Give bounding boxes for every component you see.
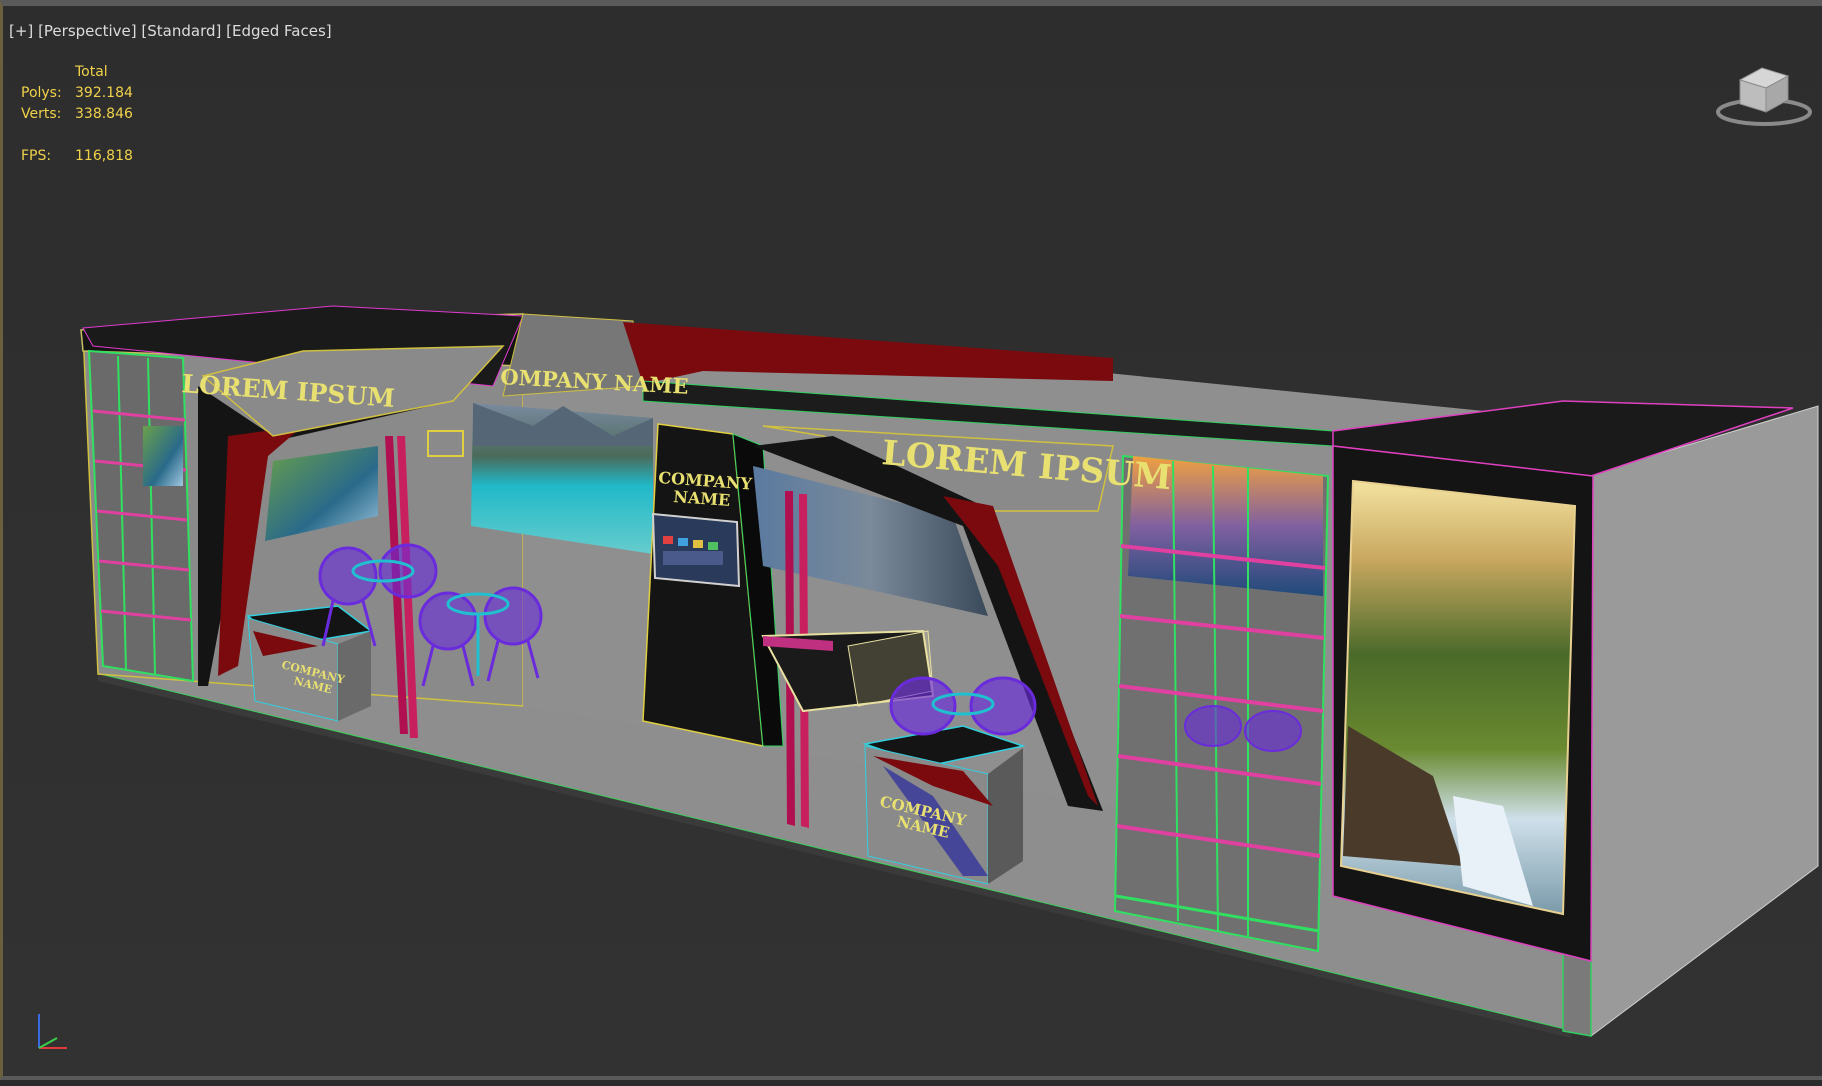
axis-tripod-icon <box>31 1006 81 1056</box>
right-side-wall <box>1590 405 1819 1037</box>
forest-photo-panel <box>1332 445 1594 962</box>
perspective-viewport[interactable]: [+] [Perspective] [Standard] [Edged Face… <box>0 0 1822 1080</box>
booth-scene[interactable]: LOREM IPSUM OMPANY NAME LOREM IPSUM COMP… <box>3 6 1822 1086</box>
right-shelving-unit <box>1113 454 1330 953</box>
left-counter <box>246 605 373 722</box>
left-shelving-unit <box>87 349 195 683</box>
pillar-company-line2: NAME <box>673 487 731 510</box>
